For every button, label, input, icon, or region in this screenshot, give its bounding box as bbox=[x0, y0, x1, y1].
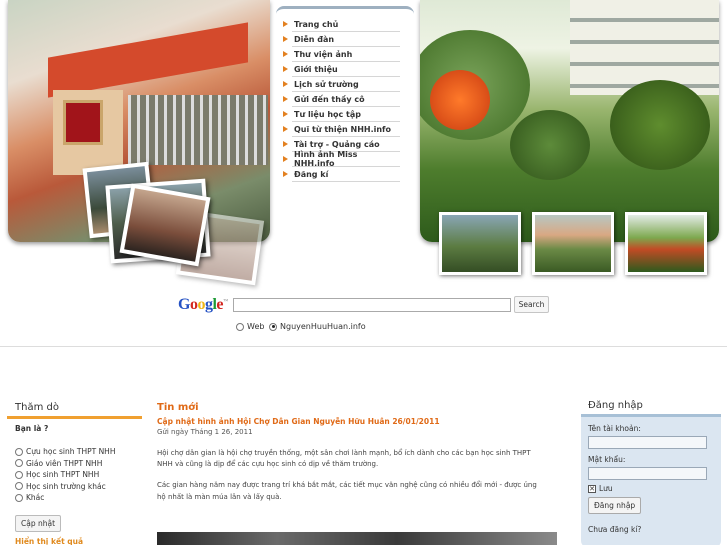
arrow-icon bbox=[283, 156, 288, 162]
poll-option[interactable]: Khác bbox=[15, 492, 142, 504]
remember-me[interactable]: ✕ Lưu bbox=[588, 484, 721, 493]
main-menu: Trang chủ Diễn đàn Thư viện ảnh Giới thi… bbox=[276, 6, 414, 186]
menu-item-history[interactable]: Lịch sử trường bbox=[283, 77, 400, 92]
search-button[interactable]: Search bbox=[514, 296, 549, 313]
menu-item-teachers[interactable]: Gửi đến thầy cô bbox=[283, 92, 400, 107]
radio-icon bbox=[15, 482, 23, 491]
poll-question: Bạn là ? bbox=[15, 424, 49, 433]
register-link[interactable]: Chưa đăng kí? bbox=[588, 525, 721, 534]
polaroid-photo bbox=[119, 183, 211, 267]
search-option-web[interactable]: Web bbox=[236, 322, 264, 331]
menu-item-forum[interactable]: Diễn đàn bbox=[283, 32, 400, 47]
login-box: Đăng nhập Tên tài khoản: Mật khẩu: ✕ Lưu … bbox=[581, 398, 721, 545]
poll-box: Thăm dò Bạn là ? Cựu học sinh THPT NHH G… bbox=[7, 400, 142, 545]
arrow-icon bbox=[283, 81, 288, 87]
search-option-site[interactable]: NguyenHuuHuan.info bbox=[269, 322, 366, 331]
schoolyard-photo bbox=[420, 0, 719, 242]
divider bbox=[0, 346, 727, 347]
show-results-link[interactable]: Hiển thị kết quả bbox=[15, 537, 142, 545]
menu-item-miss-photos[interactable]: Hình ảnh Miss NHH.info bbox=[283, 150, 400, 168]
password-field[interactable] bbox=[588, 467, 707, 480]
poll-option[interactable]: Giáo viên THPT NHH bbox=[15, 458, 142, 470]
news-date: Gửi ngày Tháng 1 26, 2011 bbox=[157, 428, 253, 436]
arrow-icon bbox=[283, 96, 288, 102]
arrow-icon bbox=[283, 126, 288, 132]
poll-title: Thăm dò bbox=[7, 400, 142, 419]
poll-option[interactable]: Học sinh THPT NHH bbox=[15, 469, 142, 481]
news-headline-link[interactable]: Cập nhật hình ảnh Hội Chợ Dân Gian Nguyễ… bbox=[157, 417, 557, 426]
arrow-icon bbox=[283, 111, 288, 117]
arrow-icon bbox=[283, 171, 288, 177]
google-logo: Google™ bbox=[178, 296, 228, 313]
arrow-icon bbox=[283, 36, 288, 42]
search-input[interactable] bbox=[233, 298, 511, 312]
menu-item-gallery[interactable]: Thư viện ảnh bbox=[283, 47, 400, 62]
news-paragraph: Các gian hàng năm nay được trang trí khá… bbox=[157, 481, 537, 501]
checkbox-checked-icon: ✕ bbox=[588, 484, 596, 493]
poll-option[interactable]: Cựu học sinh THPT NHH bbox=[15, 446, 142, 458]
menu-item-home[interactable]: Trang chủ bbox=[283, 17, 400, 32]
arrow-icon bbox=[283, 141, 288, 147]
news-paragraph: Hội chợ dân gian là hội chợ truyền thống… bbox=[157, 449, 531, 469]
radio-icon bbox=[15, 459, 23, 468]
news-image bbox=[157, 532, 557, 545]
login-button[interactable]: Đăng nhập bbox=[588, 497, 642, 514]
arrow-icon bbox=[283, 21, 288, 27]
gallery-thumbnail[interactable] bbox=[439, 212, 521, 275]
login-title: Đăng nhập bbox=[581, 398, 721, 417]
radio-selected-icon bbox=[269, 322, 277, 331]
news-section-title: Tin mới bbox=[157, 402, 199, 413]
password-label: Mật khẩu: bbox=[588, 455, 626, 464]
radio-icon bbox=[15, 470, 23, 479]
menu-item-about[interactable]: Giới thiệu bbox=[283, 62, 400, 77]
gallery-thumbnail[interactable] bbox=[625, 212, 707, 275]
poll-option[interactable]: Học sinh trường khác bbox=[15, 481, 142, 493]
menu-item-register[interactable]: Đăng kí bbox=[283, 167, 400, 182]
username-label: Tên tài khoản: bbox=[588, 424, 641, 433]
radio-icon bbox=[236, 322, 244, 331]
page: Trang chủ Diễn đàn Thư viện ảnh Giới thi… bbox=[0, 0, 727, 545]
radio-icon bbox=[15, 447, 23, 456]
arrow-icon bbox=[283, 66, 288, 72]
username-field[interactable] bbox=[588, 436, 707, 449]
news-section: Tin mới Cập nhật hình ảnh Hội Chợ Dân Gi… bbox=[157, 402, 557, 545]
gallery-thumbnail[interactable] bbox=[532, 212, 614, 275]
arrow-icon bbox=[283, 51, 288, 57]
login-form: Tên tài khoản: Mật khẩu: ✕ Lưu Đăng nhập … bbox=[581, 417, 721, 545]
poll-options: Cựu học sinh THPT NHH Giáo viên THPT NHH… bbox=[15, 446, 142, 504]
menu-item-charity[interactable]: Quĩ từ thiện NHH.info bbox=[283, 122, 400, 137]
radio-icon bbox=[15, 493, 23, 502]
vote-button[interactable]: Cập nhật bbox=[15, 514, 62, 532]
menu-item-study-materials[interactable]: Tư liệu học tập bbox=[283, 107, 400, 122]
